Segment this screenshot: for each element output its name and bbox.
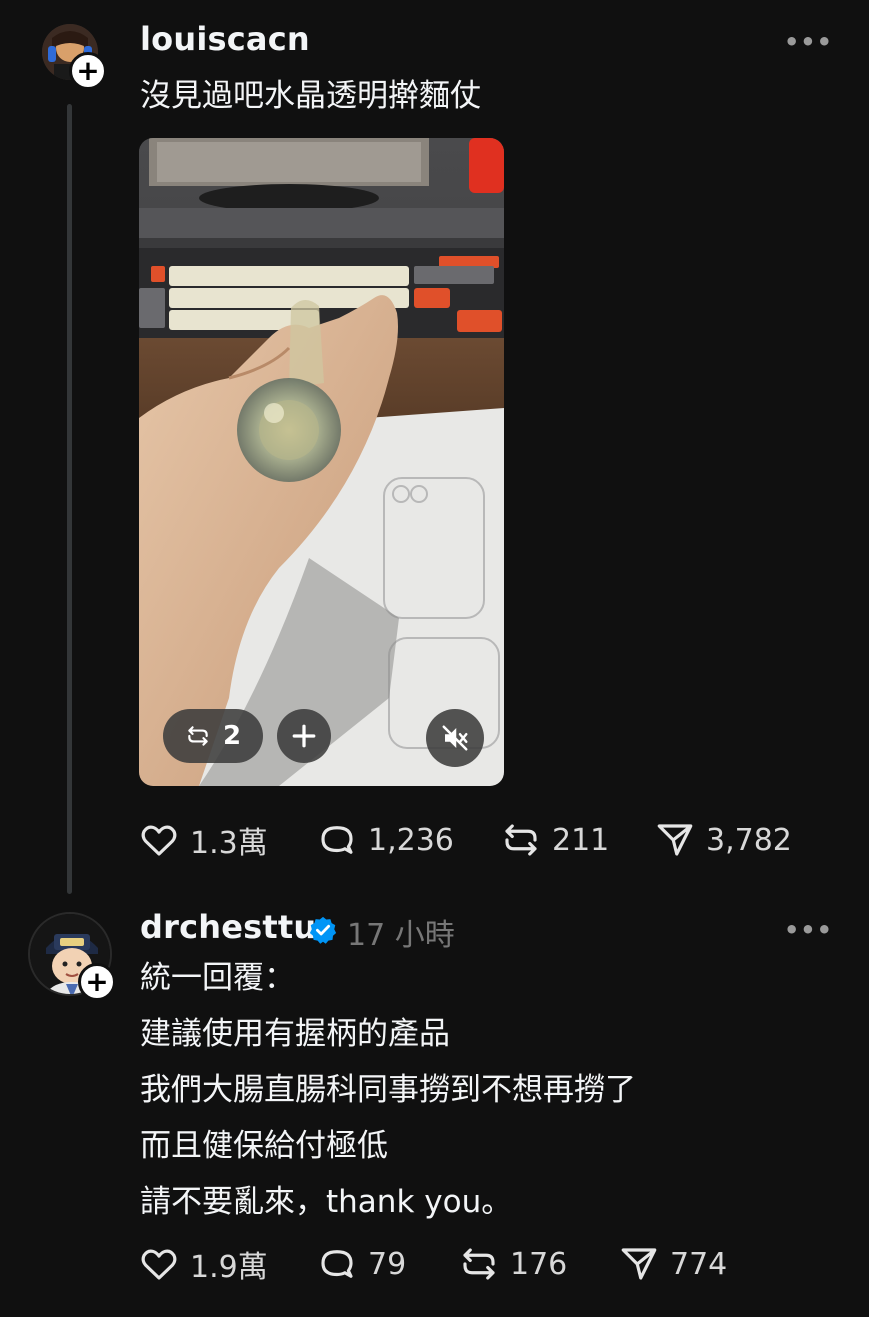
post-text: 沒見過吧水晶透明擀麵仗	[140, 78, 481, 114]
like-count: 1.3萬	[190, 826, 268, 861]
post-louiscacn: + louiscacn ••• 沒見過吧水晶透明擀麵仗 2 1.3萬 1,236…	[0, 0, 869, 900]
video-player[interactable]: 2	[139, 138, 504, 786]
repost-icon	[188, 726, 208, 746]
repost-count: 176	[510, 1246, 568, 1282]
text-line: 建議使用有握柄的產品	[140, 1016, 450, 1052]
post-time: 17 小時	[347, 918, 455, 953]
follow-plus-icon[interactable]: +	[78, 963, 116, 1001]
comment-icon	[321, 826, 353, 854]
like-count: 1.9萬	[190, 1250, 268, 1285]
thread-line	[67, 104, 72, 894]
repost-button[interactable]: 211	[500, 816, 609, 864]
username[interactable]: louiscacn	[140, 20, 310, 58]
comment-count: 1,236	[368, 822, 454, 858]
comment-button[interactable]: 1,236	[316, 816, 454, 864]
media-repost-button[interactable]: 2	[163, 709, 263, 763]
media-add-button[interactable]	[277, 709, 331, 763]
repost-icon	[505, 824, 537, 856]
repost-button[interactable]: 176	[458, 1240, 567, 1288]
more-options-icon[interactable]: •••	[784, 28, 833, 56]
send-icon	[621, 1248, 657, 1280]
comment-count: 79	[368, 1246, 407, 1282]
repost-icon	[463, 1248, 495, 1280]
comment-icon	[321, 1250, 353, 1278]
like-button[interactable]: 1.3萬	[138, 816, 268, 864]
media-repost-count: 2	[222, 721, 242, 751]
text-line: 請不要亂來，thank you。	[140, 1184, 513, 1220]
post-actions: 1.9萬 79 176 774	[138, 1240, 838, 1288]
follow-plus-icon[interactable]: +	[69, 52, 107, 90]
send-icon	[657, 824, 693, 856]
share-button[interactable]: 3,782	[654, 816, 792, 864]
mute-icon	[442, 725, 468, 751]
post-actions: 1.3萬 1,236 211 3,782	[138, 816, 838, 864]
post-drchesttu: + drchesttu 17 小時 ••• 統一回覆： 建議使用有握柄的產品 我…	[0, 900, 869, 1317]
mute-button[interactable]	[426, 709, 484, 767]
share-count: 774	[670, 1246, 728, 1282]
heart-icon	[141, 825, 177, 856]
verified-badge-icon	[309, 916, 337, 944]
text-line: 而且健保給付極低	[140, 1128, 388, 1164]
comment-button[interactable]: 79	[316, 1240, 406, 1288]
text-line: 統一回覆：	[140, 960, 295, 996]
share-button[interactable]: 774	[618, 1240, 727, 1288]
plus-icon	[292, 724, 316, 748]
post-text: 統一回覆： 建議使用有握柄的產品 我們大腸直腸科同事撈到不想再撈了 而且健保給付…	[140, 950, 636, 1230]
video-frame	[139, 138, 504, 786]
share-count: 3,782	[706, 822, 792, 858]
like-button[interactable]: 1.9萬	[138, 1240, 268, 1288]
text-line: 我們大腸直腸科同事撈到不想再撈了	[140, 1072, 636, 1108]
repost-count: 211	[552, 822, 610, 858]
heart-icon	[141, 1249, 177, 1280]
username[interactable]: drchesttu	[140, 908, 316, 946]
more-options-icon[interactable]: •••	[784, 916, 833, 944]
